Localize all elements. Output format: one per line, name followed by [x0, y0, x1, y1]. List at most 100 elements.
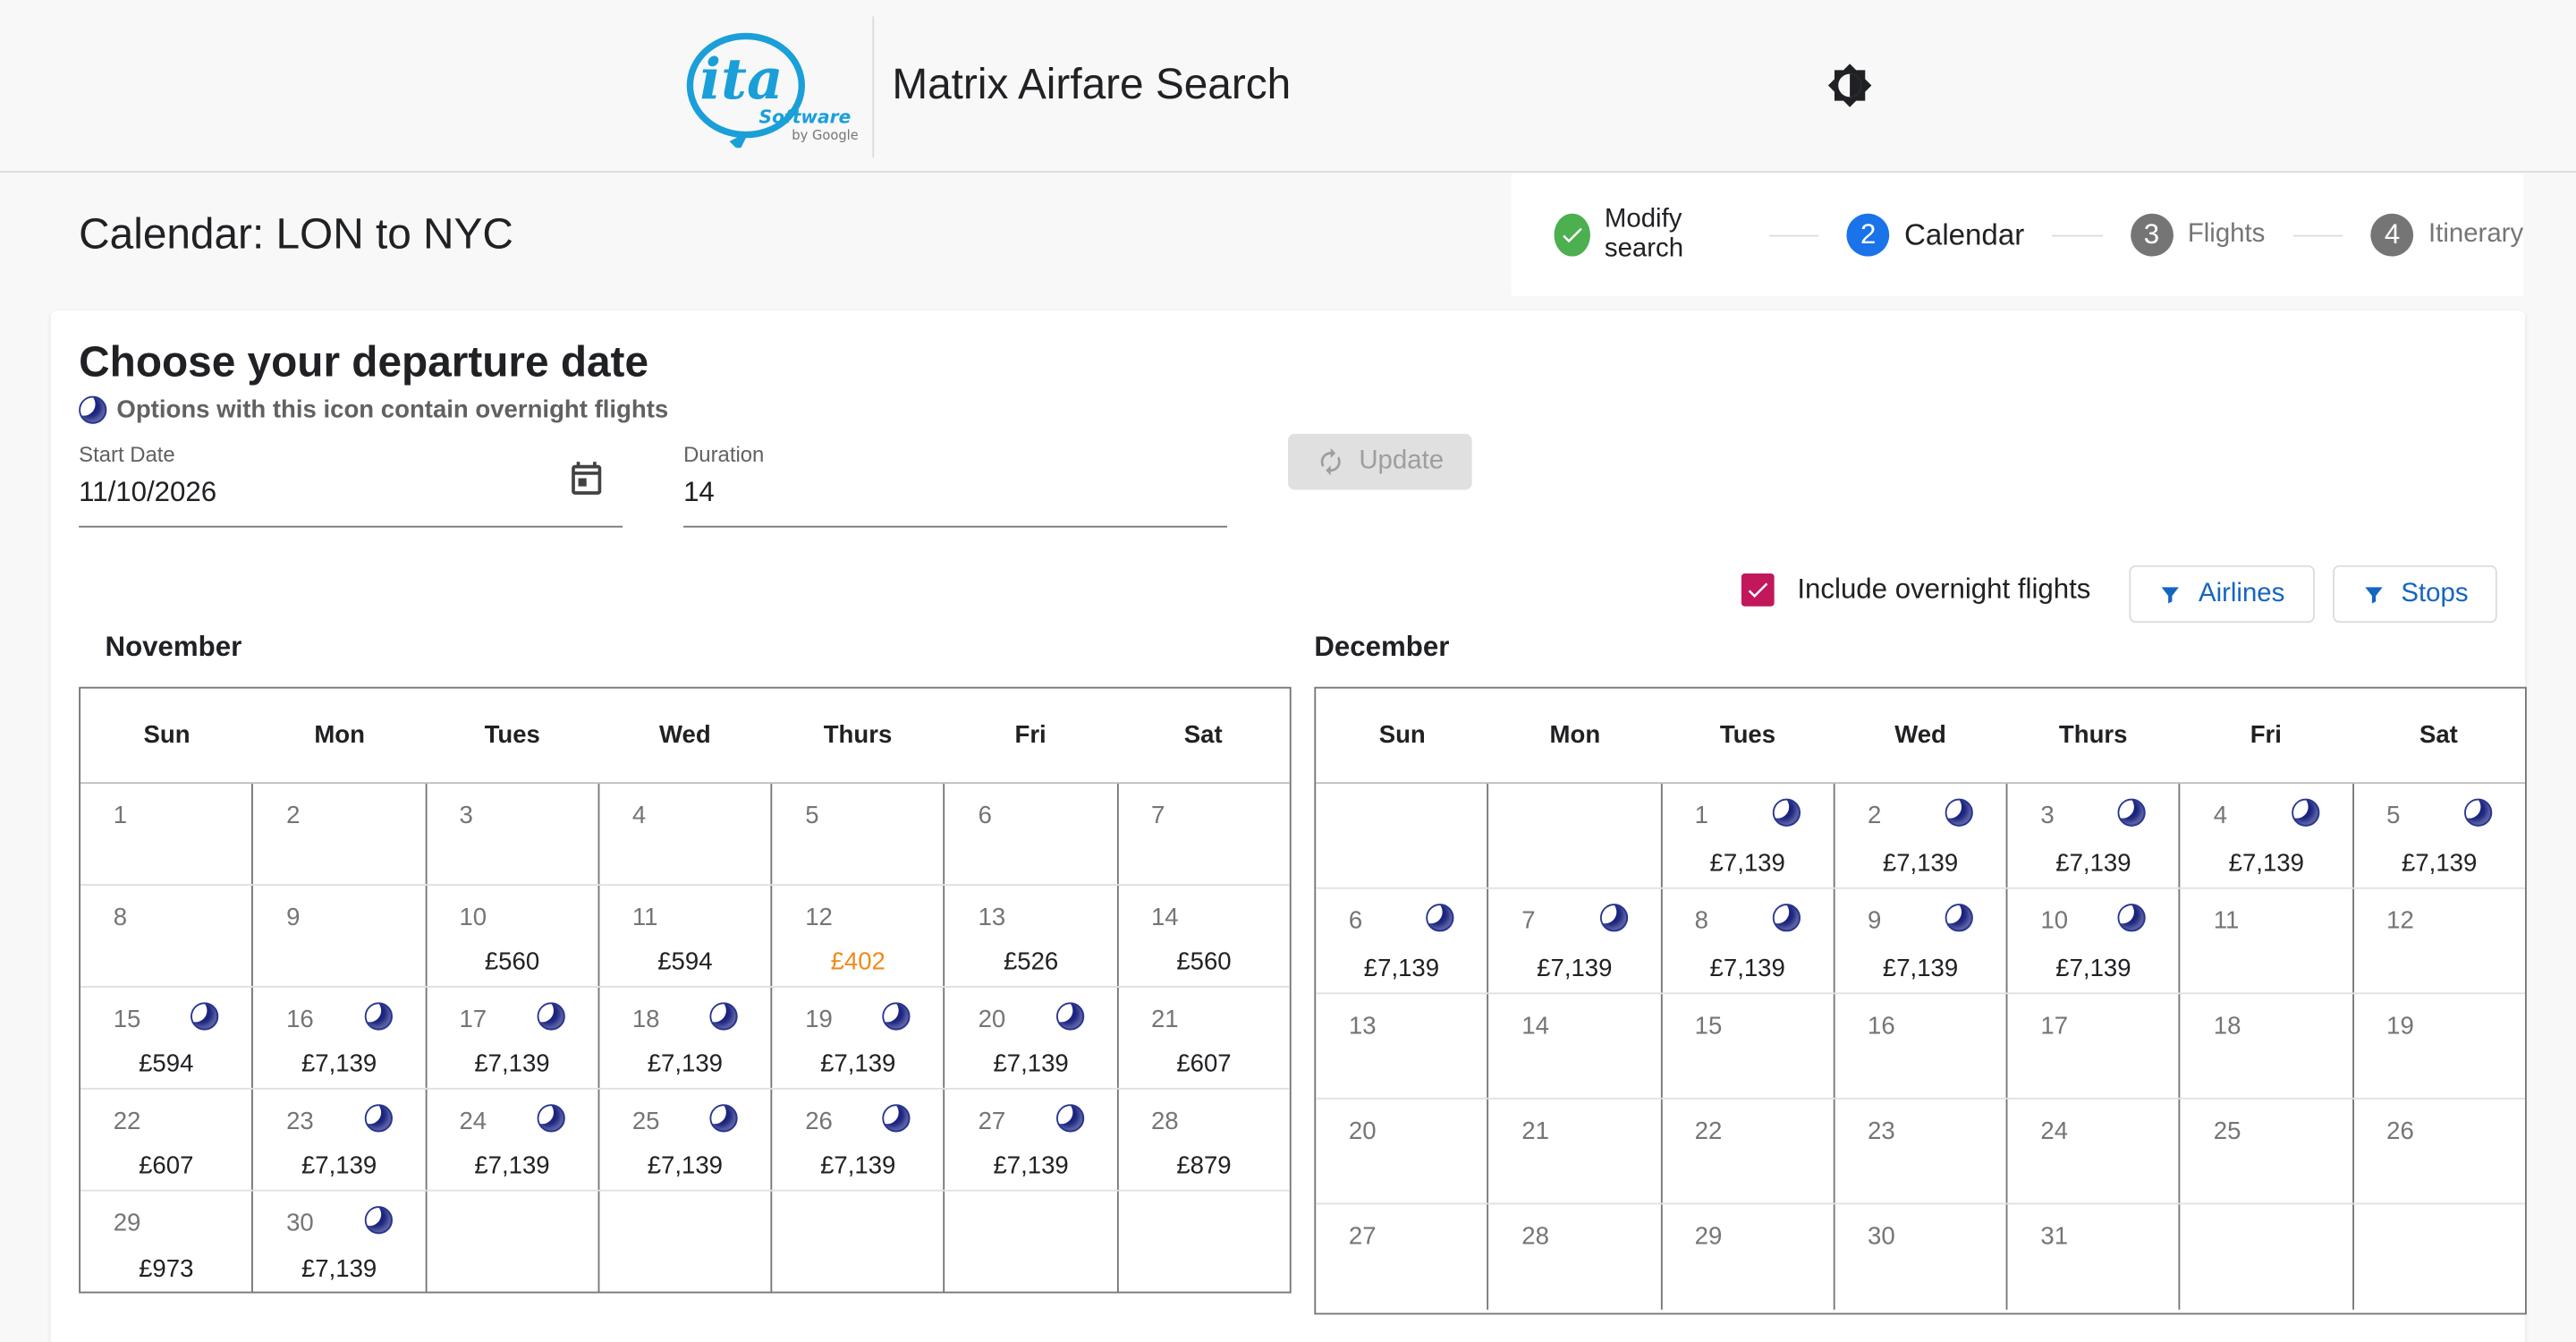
airlines-filter-button[interactable]: Airlines — [2129, 565, 2315, 624]
calendar-day[interactable]: 10 £560 — [427, 885, 600, 987]
start-date-label: Start Date — [79, 442, 175, 467]
calendar-day[interactable]: 11 £594 — [599, 885, 773, 987]
include-overnight-toggle[interactable]: Include overnight flights — [1741, 573, 2090, 607]
calendar-day[interactable]: 8 £7,139 — [1662, 888, 1835, 993]
day-price[interactable]: £594 — [80, 1050, 252, 1078]
step-calendar[interactable]: 2 Calendar — [1846, 213, 2024, 257]
overnight-moon-icon — [709, 1104, 738, 1133]
calendar-day[interactable]: 23 £7,139 — [253, 1089, 427, 1190]
day-price[interactable]: £7,139 — [2181, 850, 2352, 878]
calendar-day[interactable]: 29 £973 — [80, 1191, 254, 1294]
start-date-input[interactable] — [79, 476, 539, 510]
calendar-day[interactable]: 28 £879 — [1118, 1090, 1290, 1190]
day-number: 12 — [805, 904, 833, 932]
day-number: 23 — [286, 1107, 314, 1136]
calendar-day[interactable]: 17 £7,139 — [427, 987, 600, 1088]
overnight-checkbox[interactable] — [1741, 573, 1775, 607]
day-price[interactable]: £7,139 — [1835, 955, 2006, 982]
calendar-icon[interactable] — [567, 458, 606, 497]
calendar-day[interactable]: 2 £7,139 — [1835, 784, 2008, 888]
calendar-day[interactable]: 20 £7,139 — [945, 987, 1119, 1088]
overnight-moon-icon — [1772, 904, 1801, 932]
calendar-day: 5 — [772, 784, 945, 885]
calendar-day: 4 — [599, 784, 773, 885]
overnight-moon-icon — [883, 1002, 911, 1031]
weekday-label: Fri — [1014, 721, 1046, 750]
calendar-day[interactable]: 21 £607 — [1118, 988, 1290, 1088]
calendar-day[interactable]: 13 £526 — [945, 885, 1119, 987]
step-flights[interactable]: 3 Flights — [2130, 213, 2265, 257]
ita-software-logo[interactable]: ita Software by Google — [683, 23, 859, 151]
stops-filter-button[interactable]: Stops — [2333, 565, 2497, 624]
day-price[interactable]: £7,139 — [427, 1050, 598, 1078]
day-price[interactable]: £402 — [772, 948, 944, 976]
overnight-moon-icon — [2118, 904, 2147, 932]
day-price[interactable]: £7,139 — [945, 1152, 1117, 1180]
day-price[interactable]: £7,139 — [772, 1050, 944, 1078]
day-price[interactable]: £7,139 — [599, 1152, 771, 1180]
day-price[interactable]: £560 — [1118, 948, 1290, 976]
day-price[interactable]: £7,139 — [1662, 955, 1834, 982]
calendar-day[interactable]: 12 £402 — [772, 885, 945, 987]
calendar-day: 28 — [1489, 1204, 1662, 1310]
day-price[interactable]: £7,139 — [1835, 850, 2006, 878]
calendar-day[interactable]: 5 £7,139 — [2353, 784, 2525, 888]
calendar-day[interactable]: 25 £7,139 — [599, 1089, 773, 1190]
duration-input[interactable] — [683, 476, 1144, 510]
day-price[interactable]: £7,139 — [772, 1152, 944, 1180]
day-price[interactable]: £973 — [80, 1255, 252, 1283]
day-price[interactable]: £526 — [945, 948, 1117, 976]
day-price[interactable]: £7,139 — [599, 1050, 771, 1078]
day-price[interactable]: £594 — [599, 948, 771, 976]
step-itinerary[interactable]: 4 Itinerary — [2370, 213, 2523, 257]
calendar-day[interactable]: 1 £7,139 — [1662, 784, 1835, 888]
day-price[interactable]: £7,139 — [945, 1050, 1117, 1078]
day-price[interactable]: £7,139 — [253, 1255, 425, 1283]
day-price[interactable]: £7,139 — [427, 1152, 598, 1180]
calendar-day[interactable]: 14 £560 — [1118, 886, 1290, 986]
day-price[interactable]: £607 — [1118, 1050, 1290, 1078]
svg-text:ita: ita — [699, 46, 783, 112]
weekday-label: Wed — [1894, 721, 1946, 750]
day-price[interactable]: £7,139 — [2008, 955, 2180, 982]
day-price[interactable]: £7,139 — [1489, 955, 1661, 982]
duration-field[interactable]: Duration — [683, 442, 1228, 528]
day-price[interactable]: £560 — [427, 948, 598, 976]
day-price[interactable]: £607 — [80, 1152, 252, 1180]
day-price[interactable]: £7,139 — [253, 1050, 425, 1078]
day-price[interactable]: £879 — [1118, 1152, 1290, 1180]
step-modify-search[interactable]: Modify search — [1554, 206, 1741, 265]
calendar-day[interactable]: 26 £7,139 — [772, 1089, 945, 1190]
overnight-moon-icon — [1055, 1104, 1084, 1133]
calendar-day[interactable]: 24 £7,139 — [427, 1089, 600, 1190]
day-number: 3 — [2040, 802, 2055, 830]
calendar-empty-cell — [1316, 784, 1489, 888]
calendar-day: 1 — [80, 784, 254, 885]
calendar-day[interactable]: 9 £7,139 — [1835, 888, 2008, 993]
calendar-day[interactable]: 19 £7,139 — [772, 987, 945, 1088]
calendar-day[interactable]: 6 £7,139 — [1316, 888, 1489, 993]
day-price[interactable]: £7,139 — [1316, 955, 1487, 982]
calendar-day[interactable]: 16 £7,139 — [253, 987, 427, 1088]
calendar-day[interactable]: 15 £594 — [80, 987, 254, 1088]
day-price[interactable]: £7,139 — [2353, 850, 2525, 878]
calendar-day[interactable]: 27 £7,139 — [945, 1089, 1119, 1190]
day-number: 25 — [631, 1107, 660, 1136]
brightness-toggle-icon[interactable] — [1826, 63, 1872, 108]
calendar-day[interactable]: 7 £7,139 — [1489, 888, 1662, 993]
calendar-day: 25 — [2181, 1099, 2354, 1203]
calendar-day[interactable]: 22 £607 — [80, 1089, 254, 1190]
calendar-day[interactable]: 18 £7,139 — [599, 987, 773, 1088]
day-price[interactable]: £7,139 — [253, 1152, 425, 1180]
calendar-day[interactable]: 10 £7,139 — [2008, 888, 2182, 993]
day-number: 31 — [2040, 1222, 2069, 1251]
calendar-day[interactable]: 4 £7,139 — [2181, 784, 2354, 888]
weekday-header: Sun Mon Tues Wed Thurs Fri Sat — [80, 689, 1290, 785]
day-price[interactable]: £7,139 — [2008, 850, 2180, 878]
calendar-day[interactable]: 30 £7,139 — [253, 1191, 427, 1294]
day-price[interactable]: £7,139 — [1662, 850, 1834, 878]
calendar-day[interactable]: 3 £7,139 — [2008, 784, 2182, 888]
step-number: 3 — [2130, 213, 2174, 257]
update-button[interactable]: Update — [1287, 433, 1472, 490]
start-date-field[interactable]: Start Date — [79, 442, 623, 528]
